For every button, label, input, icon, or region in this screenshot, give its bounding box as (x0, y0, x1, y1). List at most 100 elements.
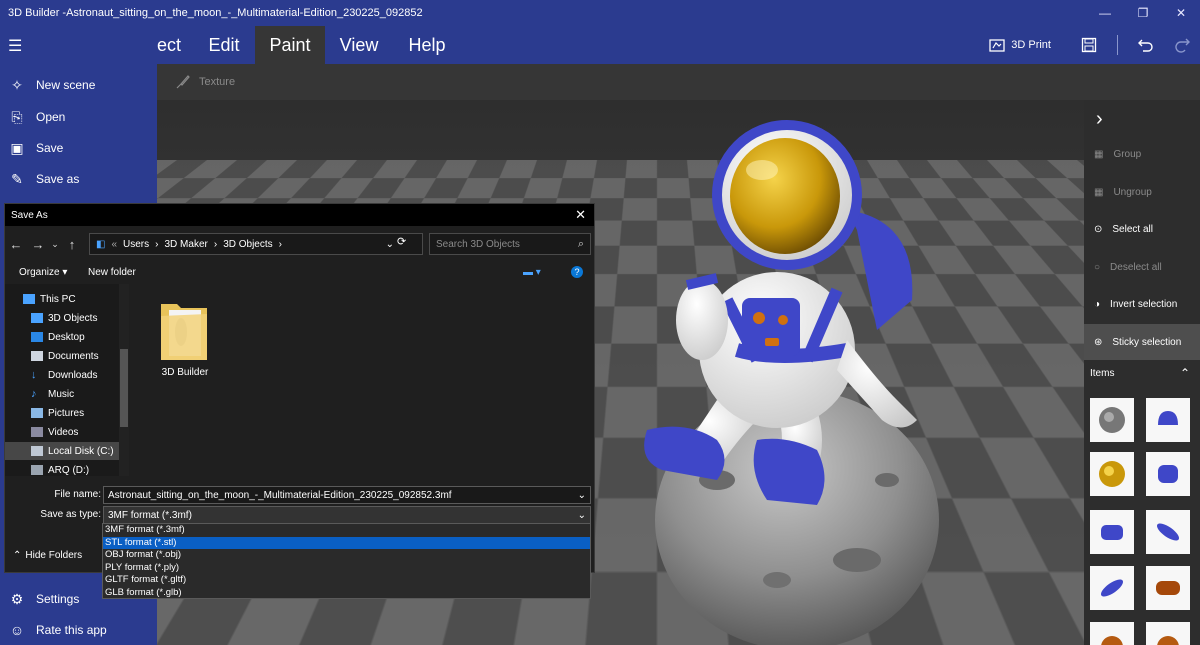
item-thumbnail[interactable] (1146, 452, 1190, 496)
nav-item-music[interactable]: ♪ Music (5, 385, 127, 403)
type-option-gltf[interactable]: GLTF format (*.gltf) (103, 574, 590, 587)
texture-label[interactable]: Texture (199, 76, 235, 88)
save-type-label: Save as type: (40, 509, 101, 520)
file-name-dropdown-icon[interactable]: ⌄ (578, 490, 586, 501)
collapse-chevron-icon[interactable]: › (1096, 108, 1103, 131)
nav-item-3d-objects[interactable]: 3D Objects (5, 309, 127, 327)
menu-item-new-scene[interactable]: ✧ New scene (0, 70, 157, 100)
hamburger-icon[interactable]: ☰ (8, 36, 22, 56)
tab-help[interactable]: Help (398, 26, 456, 64)
printer-icon (989, 39, 1005, 52)
nav-item-arq-drive[interactable]: ARQ (D:) (5, 461, 127, 479)
item-thumbnail[interactable] (1090, 622, 1134, 645)
search-icon: ⌕ (577, 238, 584, 250)
file-name-field[interactable]: Astronaut_sitting_on_the_moon_-_Multimat… (103, 486, 591, 504)
save-disk-icon[interactable] (1071, 37, 1107, 53)
redo-icon[interactable] (1164, 36, 1200, 54)
tab-paint[interactable]: Paint (255, 26, 325, 64)
menu-item-label: Rate this app (36, 623, 107, 637)
type-option-stl[interactable]: STL format (*.stl) (103, 536, 590, 549)
nav-scrollbar-thumb[interactable] (120, 349, 128, 427)
tab-edit[interactable]: Edit (196, 26, 252, 64)
sticky-selection-button[interactable]: ⊛ Sticky selection (1084, 324, 1200, 360)
breadcrumb[interactable]: ◧ « Users › 3D Maker › 3D Objects › ⌄ (89, 233, 423, 255)
hide-folders-button[interactable]: ⌃ Hide Folders (13, 550, 82, 561)
nav-item-label: Pictures (48, 407, 85, 419)
nav-scrollbar[interactable] (119, 284, 129, 476)
3d-print-label: 3D Print (1011, 39, 1051, 51)
item-thumbnail[interactable] (1090, 398, 1134, 442)
forward-arrow-icon[interactable]: → (27, 237, 49, 252)
nav-item-downloads[interactable]: ↓ Downloads (5, 366, 127, 384)
invert-selection-button[interactable]: ◑ Invert selection (1084, 286, 1200, 322)
nav-item-pictures[interactable]: Pictures (5, 404, 127, 422)
save-type-select[interactable]: 3MF format (*.3mf) ⌄ (103, 506, 591, 524)
select-all-button[interactable]: ⊙ Select all (1084, 211, 1200, 247)
nav-item-local-disk[interactable]: Local Disk (C:) (5, 442, 127, 460)
tab-object[interactable]: ect (157, 26, 187, 64)
menu-item-save-as[interactable]: ✎ Save as (0, 164, 157, 194)
menu-item-save[interactable]: ▣ Save (0, 133, 157, 163)
item-thumbnail[interactable] (1090, 452, 1134, 496)
folder-item[interactable]: 3D Builder (159, 296, 215, 378)
recent-dropdown-icon[interactable]: ⌄ (49, 239, 61, 250)
nav-item-label: Music (48, 388, 75, 400)
item-thumbnail[interactable] (1146, 566, 1190, 610)
type-option-ply[interactable]: PLY format (*.ply) (103, 562, 590, 575)
item-thumbnail[interactable] (1146, 510, 1190, 554)
nav-item-videos[interactable]: Videos (5, 423, 127, 441)
close-icon[interactable]: ✕ (1162, 0, 1200, 26)
breadcrumb-item[interactable]: 3D Maker (164, 239, 207, 250)
window-title: 3D Builder -Astronaut_sitting_on_the_moo… (8, 7, 423, 19)
item-thumbnail[interactable] (1090, 510, 1134, 554)
menu-item-rate[interactable]: ☺ Rate this app (0, 615, 157, 645)
refresh-icon[interactable]: ⟳ (397, 235, 406, 248)
nav-item-documents[interactable]: Documents (5, 347, 127, 365)
items-header: Items (1090, 368, 1115, 379)
nav-item-this-pc[interactable]: This PC (5, 290, 127, 308)
save-as-dialog: Save As ✕ ← → ⌄ ↑ ◧ « Users › 3D Maker ›… (4, 203, 595, 573)
deselect-all-button[interactable]: ○ Deselect all (1084, 249, 1200, 285)
tab-view[interactable]: View (330, 26, 388, 64)
group-button[interactable]: ▦ Group (1084, 136, 1200, 172)
deselect-all-icon: ○ (1094, 261, 1101, 273)
type-option-obj[interactable]: OBJ format (*.obj) (103, 549, 590, 562)
help-icon[interactable]: ? (571, 266, 583, 278)
address-bar-row: ← → ⌄ ↑ ◧ « Users › 3D Maker › 3D Object… (5, 230, 594, 258)
breadcrumb-item[interactable]: 3D Objects (223, 239, 272, 250)
item-thumbnail[interactable] (1146, 622, 1190, 645)
breadcrumb-item[interactable]: Users (123, 239, 149, 250)
items-collapse-icon[interactable]: ⌃ (1180, 366, 1190, 380)
nav-item-label: Downloads (48, 369, 98, 381)
menu-item-label: Settings (36, 592, 80, 606)
smiley-icon: ☺ (9, 622, 25, 638)
ungroup-button[interactable]: ▦ Ungroup (1084, 174, 1200, 210)
chevron-up-icon: ⌃ (13, 550, 22, 561)
cube-icon (31, 313, 43, 323)
organize-button[interactable]: Organize ▾ (19, 267, 67, 278)
type-option-glb[interactable]: GLB format (*.glb) (103, 587, 590, 600)
music-icon: ♪ (31, 388, 37, 400)
paint-toolbar: Texture (157, 64, 1200, 100)
up-arrow-icon[interactable]: ↑ (61, 237, 83, 252)
maximize-icon[interactable]: ❐ (1124, 0, 1162, 26)
menu-item-label: Save as (36, 172, 80, 186)
new-folder-button[interactable]: New folder (88, 267, 136, 278)
file-list[interactable]: 3D Builder (131, 284, 594, 476)
search-input[interactable]: Search 3D Objects ⌕ (429, 233, 591, 255)
3d-print-button[interactable]: 3D Print (989, 37, 1051, 53)
back-arrow-icon[interactable]: ← (5, 237, 27, 252)
selection-panel: › ▦ Group ▦ Ungroup ⊙ Select all ○ Desel… (1084, 100, 1200, 645)
item-thumbnail[interactable] (1146, 398, 1190, 442)
nav-item-desktop[interactable]: Desktop (5, 328, 127, 346)
minimize-icon[interactable]: — (1086, 0, 1124, 26)
undo-icon[interactable] (1128, 36, 1164, 54)
view-options-icon[interactable]: ▬ ▾ (523, 267, 541, 278)
path-dropdown-icon[interactable]: ⌄ (386, 239, 394, 250)
dialog-close-icon[interactable]: ✕ (575, 207, 586, 223)
save-type-dropdown-icon[interactable]: ⌄ (578, 510, 586, 521)
type-option-3mf[interactable]: 3MF format (*.3mf) (103, 524, 590, 537)
menu-item-label: Save (36, 141, 64, 155)
item-thumbnail[interactable] (1090, 566, 1134, 610)
menu-item-open[interactable]: ⎘ Open (0, 102, 157, 132)
